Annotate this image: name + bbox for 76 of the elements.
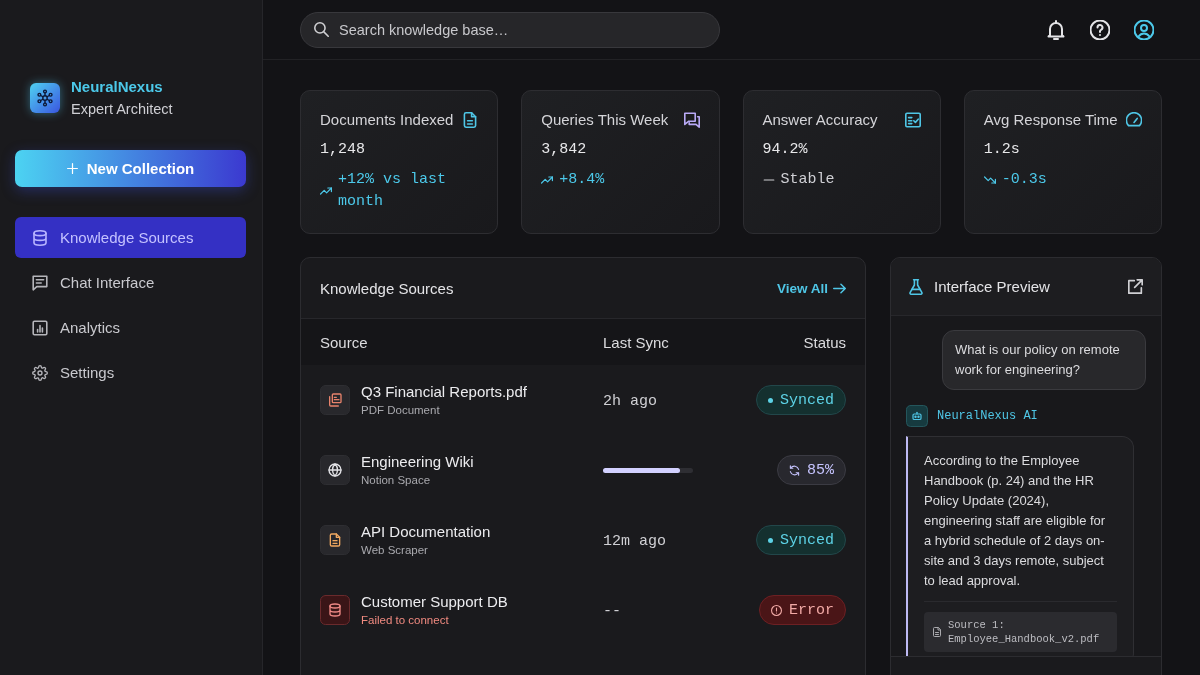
sync-icon xyxy=(789,464,800,476)
arrow-right-icon xyxy=(833,281,846,295)
panel-title: Knowledge Sources xyxy=(320,279,454,297)
settings-icon xyxy=(32,364,48,381)
plus-icon xyxy=(66,163,78,174)
view-all-link[interactable]: View All xyxy=(776,280,846,296)
stat-title: Answer Accuracy xyxy=(762,110,878,130)
globe-icon xyxy=(320,455,350,485)
status-dot-icon xyxy=(768,537,773,543)
source-type: Notion Space xyxy=(361,473,432,488)
document-icon xyxy=(462,112,479,128)
trending-up-icon xyxy=(320,185,332,197)
column-header: Status xyxy=(753,319,865,365)
user-message: What is our policy on remote work for engineering? xyxy=(942,330,1146,390)
last-sync-text: 12m ago xyxy=(603,532,666,550)
help-icon[interactable] xyxy=(1090,19,1110,40)
source-name: Q3 Financial Reports.pdf xyxy=(361,382,527,401)
chat-bubbles-icon xyxy=(683,112,700,128)
nav-item[interactable]: Knowledge Sources xyxy=(15,217,246,258)
panel-title: Interface Preview xyxy=(934,278,1050,295)
stat-title: Queries This Week xyxy=(541,110,669,130)
nav-item[interactable]: Chat Interface xyxy=(15,262,246,303)
status-dot-icon xyxy=(768,397,773,403)
source-type: Web Scraper xyxy=(361,543,429,558)
database-icon xyxy=(320,595,350,625)
database-icon xyxy=(32,229,48,246)
assistant-name: NeuralNexus AI xyxy=(937,409,1038,423)
source-file: Employee_Handbook_v2.pdf xyxy=(948,632,1100,646)
stat-value: 94.2% xyxy=(762,140,809,160)
bar-chart-icon xyxy=(32,319,48,336)
trending-down-icon xyxy=(983,174,996,186)
source-type: Failed to connect xyxy=(361,613,450,628)
stat-change: +12% vs last month xyxy=(338,170,448,212)
stat-change: -0.3s xyxy=(1001,170,1047,190)
brand-subtitle: Expert Architect xyxy=(71,100,173,119)
network-logo-icon xyxy=(30,83,60,113)
source-type: PDF Document xyxy=(361,403,441,418)
notifications-icon[interactable] xyxy=(1046,19,1066,40)
document-icon xyxy=(932,627,942,637)
robot-icon xyxy=(906,405,928,427)
pdf-file-icon xyxy=(320,385,350,415)
answer-text: According to the Employee Handbook (p. 24) and the HR Policy Update (2024), engineering staff are eligible for a hybrid schedule of 2 days on-site and 3 days remote, subject to lead approval. xyxy=(924,452,1107,590)
brand-name: NeuralNexus xyxy=(71,77,164,97)
new-collection-button[interactable]: New Collection xyxy=(15,150,246,187)
column-header: Source xyxy=(301,319,603,365)
flask-icon xyxy=(908,278,924,295)
external-link-icon[interactable] xyxy=(1128,279,1143,294)
stat-title: Avg Response Time xyxy=(983,110,1118,130)
stat-value: 1,248 xyxy=(320,140,366,160)
source-name: Customer Support DB xyxy=(361,592,508,611)
source-name: API Documentation xyxy=(361,522,491,541)
chat-icon xyxy=(32,274,48,291)
trending-up-icon xyxy=(541,174,554,186)
stat-value: 1.2s xyxy=(983,140,1021,160)
document-icon xyxy=(320,525,350,555)
last-sync-text: 2h ago xyxy=(603,392,657,410)
status-label: Synced xyxy=(780,391,834,409)
stat-change: Stable xyxy=(780,170,835,190)
source-label: Source 1: xyxy=(948,618,1006,632)
status-label: Synced xyxy=(780,531,834,549)
source-name: Engineering Wiki xyxy=(361,452,474,471)
stat-title: Documents Indexed xyxy=(320,110,454,130)
nav-item[interactable]: Analytics xyxy=(15,307,246,348)
last-sync-text: -- xyxy=(603,602,621,620)
search-field[interactable]: Search knowledge base… xyxy=(300,11,720,48)
stat-value: 3,842 xyxy=(541,140,588,160)
user-account-icon[interactable] xyxy=(1134,19,1154,40)
search-icon xyxy=(314,22,329,37)
status-label: Error xyxy=(789,601,834,619)
status-label: 85% xyxy=(807,461,834,479)
speedometer-icon xyxy=(1126,112,1142,128)
nav-item[interactable]: Settings xyxy=(15,352,246,393)
column-header: Last Sync xyxy=(603,319,753,365)
stat-change: +8.4% xyxy=(559,170,605,190)
alert-icon xyxy=(771,604,782,616)
checklist-icon xyxy=(904,112,921,128)
